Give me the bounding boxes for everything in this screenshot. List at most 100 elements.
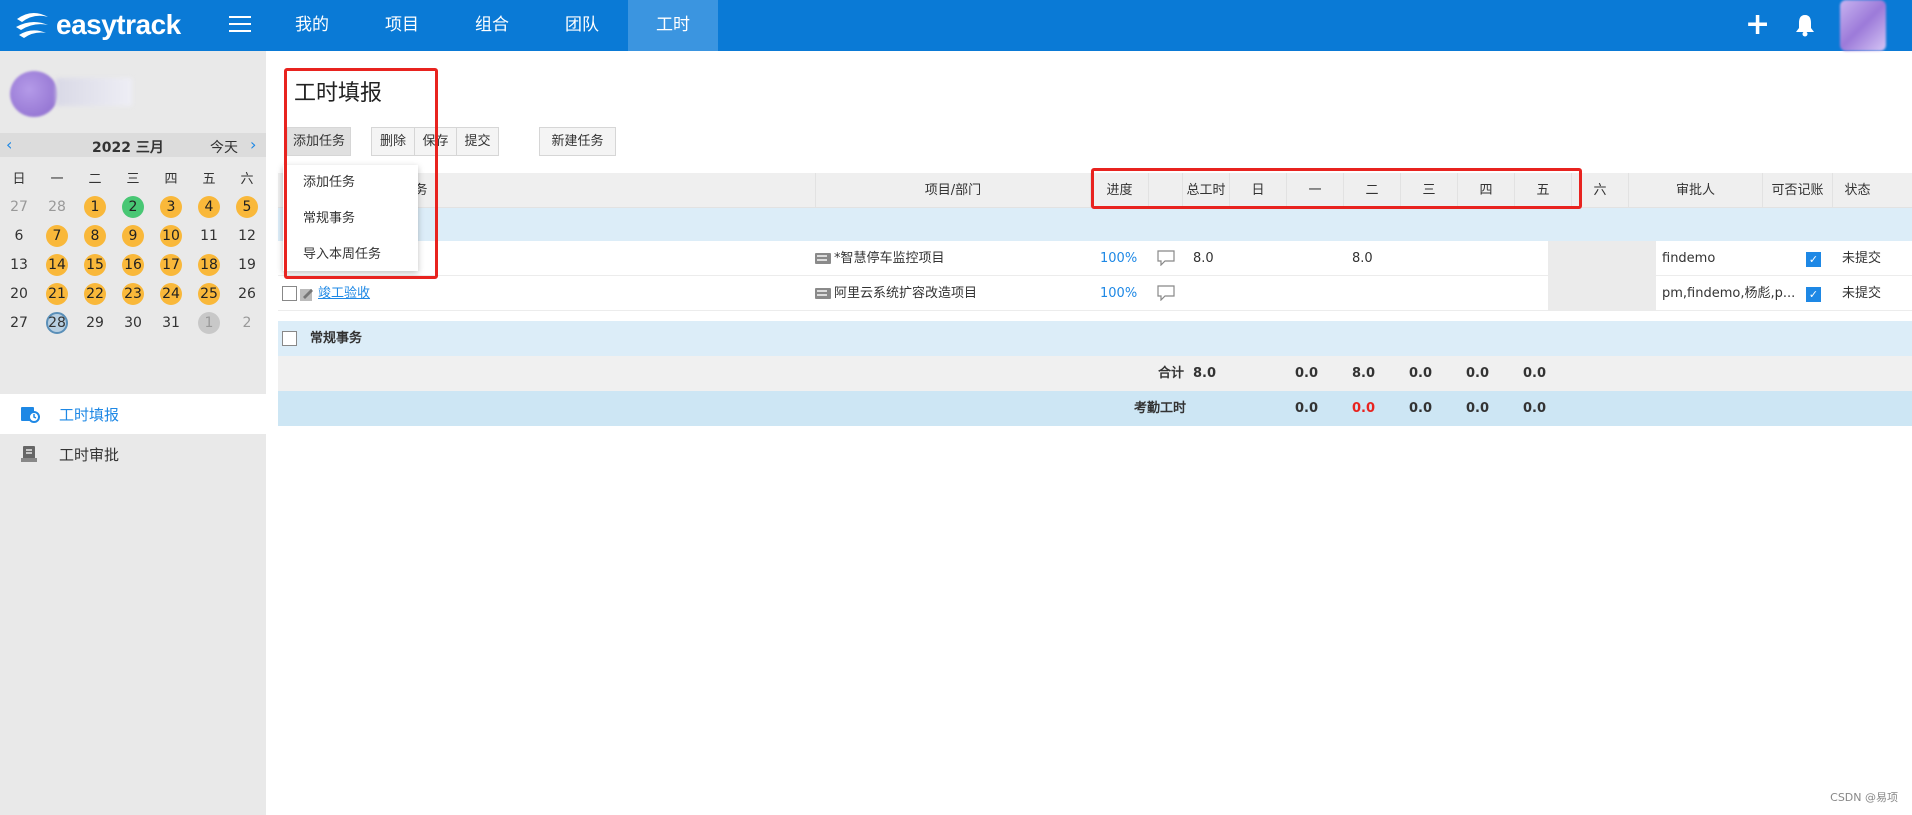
calendar-day-number: 2 (122, 195, 144, 218)
notification-bell-icon[interactable] (1794, 13, 1816, 37)
calendar-day[interactable]: 9 (114, 221, 152, 250)
attendance-thu: 0.0 (1523, 401, 1547, 416)
calendar-day[interactable]: 2 (228, 308, 266, 337)
calendar-day[interactable]: 15 (76, 250, 114, 279)
calendar-day[interactable]: 13 (0, 250, 38, 279)
calendar-day[interactable]: 8 (76, 221, 114, 250)
menu-toggle-icon[interactable] (229, 16, 251, 34)
row-select-checkbox[interactable] (282, 286, 297, 301)
brand-logo[interactable]: easytrack (14, 6, 181, 44)
save-button[interactable]: 保存 (414, 127, 457, 156)
sum-tue: 0.0 (1409, 366, 1433, 381)
col-sat-header: 六 (1571, 173, 1628, 208)
calendar-day[interactable]: 10 (152, 221, 190, 250)
calendar-day[interactable]: 31 (152, 308, 190, 337)
calendar-next-icon[interactable]: › (250, 135, 256, 154)
submit-button[interactable]: 提交 (456, 127, 499, 156)
timesheet-icon (21, 407, 40, 423)
calendar-today-button[interactable]: 今天 (210, 137, 238, 157)
calendar-day[interactable]: 24 (152, 279, 190, 308)
add-plus-icon[interactable]: + (1745, 10, 1770, 40)
calendar-day[interactable]: 27 (0, 308, 38, 337)
calendar-title: 2022 三月 (92, 140, 164, 156)
calendar-day[interactable]: 27 (0, 192, 38, 221)
calendar-header: ‹ 2022 三月 今天 › (0, 133, 266, 157)
calendar-day[interactable]: 23 (114, 279, 152, 308)
billable-checkbox[interactable]: ✓ (1806, 287, 1821, 302)
edit-icon[interactable] (300, 287, 314, 301)
side-item-label: 工时审批 (59, 445, 120, 464)
calendar-day[interactable]: 2 (114, 192, 152, 221)
col-billable-header: 可否记账 (1762, 173, 1832, 208)
nav-tab-timesheet[interactable]: 工时 (628, 0, 718, 51)
attendance-mon: 0.0 (1352, 401, 1376, 416)
watermark: CSDN @易项 (1830, 791, 1898, 804)
calendar-day[interactable]: 25 (190, 279, 228, 308)
billable-checkbox[interactable]: ✓ (1806, 252, 1821, 267)
calendar-day-number: 2 (242, 314, 252, 331)
calendar-day[interactable]: 4 (190, 192, 228, 221)
nav-tab-projects[interactable]: 项目 (358, 0, 446, 51)
calendar-day[interactable]: 3 (152, 192, 190, 221)
calendar-day[interactable]: 14 (38, 250, 76, 279)
calendar-day[interactable]: 28 (38, 308, 76, 337)
task-link[interactable]: 竣工验收 (318, 286, 370, 301)
calendar-day[interactable]: 7 (38, 221, 76, 250)
calendar-day-number: 3 (160, 195, 182, 218)
nav-tab-portfolio[interactable]: 组合 (448, 0, 536, 51)
calendar-day-number: 29 (86, 314, 104, 331)
user-avatar[interactable] (1840, 0, 1886, 51)
delete-button[interactable]: 删除 (371, 127, 415, 156)
table-header: 务 项目/部门 进度 总工时 日 一 二 三 四 五 六 审批人 可否记账 状态 (278, 173, 1912, 208)
calendar-day[interactable]: 16 (114, 250, 152, 279)
sidebar-user-name (56, 78, 132, 106)
calendar-day[interactable]: 22 (76, 279, 114, 308)
calendar-weekday-row: 日 一 二 三 四 五 六 (0, 163, 266, 192)
calendar-prev-icon[interactable]: ‹ (6, 135, 12, 154)
calendar-day-number: 12 (238, 227, 256, 244)
side-item-timesheet[interactable]: 工时填报 (0, 394, 266, 434)
calendar-day-number: 25 (198, 282, 220, 305)
nav-tab-team[interactable]: 团队 (538, 0, 626, 51)
main-content: 工时填报 添加任务 删除 保存 提交 新建任务 务 项目/部门 进度 总工时 日… (266, 51, 1912, 815)
mon-hours-cell[interactable]: 8.0 (1352, 241, 1373, 276)
side-item-approval[interactable]: 工时审批 (0, 434, 266, 474)
new-task-button[interactable]: 新建任务 (539, 127, 616, 156)
calendar-day[interactable]: 1 (190, 308, 228, 337)
brand-name: easytrack (56, 9, 181, 40)
calendar-grid: 日 一 二 三 四 五 六 27 28 1 2 3 4 5 6 7 8 9 10 11 12 13 14 15 1… (0, 163, 266, 337)
comment-icon (1157, 250, 1175, 267)
routine-group-checkbox[interactable] (282, 331, 297, 346)
sidebar: ‹ 2022 三月 今天 › 日 一 二 三 四 五 六 27 28 1 2 3 4 5 6 7… (0, 51, 266, 815)
calendar-day[interactable]: 1 (76, 192, 114, 221)
add-task-dropdown: 添加任务 常规事务 导入本周任务 (283, 165, 418, 271)
calendar-day[interactable]: 6 (0, 221, 38, 250)
calendar-day-number: 28 (46, 311, 68, 334)
calendar-week-row: 6 7 8 9 10 11 12 (0, 221, 266, 250)
calendar-day[interactable]: 20 (0, 279, 38, 308)
calendar-day[interactable]: 26 (228, 279, 266, 308)
comment-cell[interactable] (1157, 276, 1175, 311)
attendance-wed: 0.0 (1466, 401, 1490, 416)
dropdown-item-import-week[interactable]: 导入本周任务 (283, 237, 418, 273)
calendar-day[interactable]: 18 (190, 250, 228, 279)
calendar-day[interactable]: 17 (152, 250, 190, 279)
calendar-day[interactable]: 21 (38, 279, 76, 308)
calendar-day[interactable]: 11 (190, 221, 228, 250)
add-task-button[interactable]: 添加任务 (287, 127, 351, 156)
dropdown-item-routine[interactable]: 常规事务 (283, 201, 418, 237)
calendar-day[interactable]: 29 (76, 308, 114, 337)
col-tue-header: 二 (1343, 173, 1400, 208)
calendar-day[interactable]: 19 (228, 250, 266, 279)
calendar-day[interactable]: 28 (38, 192, 76, 221)
nav-tab-mine[interactable]: 我的 (268, 0, 356, 51)
attendance-sun: 0.0 (1295, 401, 1319, 416)
calendar-day-number: 27 (10, 198, 28, 215)
calendar-day[interactable]: 30 (114, 308, 152, 337)
disabled-cells (1548, 276, 1656, 311)
calendar-day[interactable]: 12 (228, 221, 266, 250)
comment-cell[interactable] (1157, 241, 1175, 276)
calendar-day-number: 20 (10, 285, 28, 302)
calendar-day[interactable]: 5 (228, 192, 266, 221)
dropdown-item-add-task[interactable]: 添加任务 (283, 165, 418, 201)
